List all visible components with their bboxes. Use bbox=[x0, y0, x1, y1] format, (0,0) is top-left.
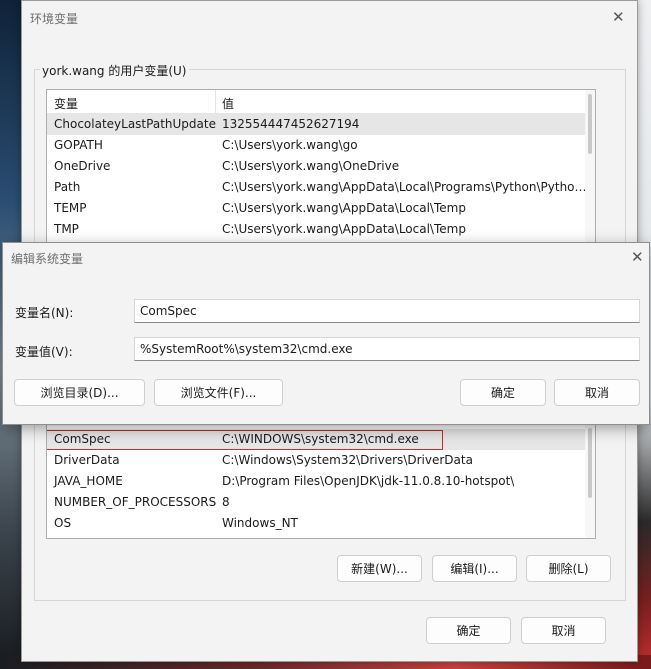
edit-button[interactable]: 编辑(I)... bbox=[432, 555, 517, 582]
delete-button[interactable]: 删除(L) bbox=[526, 555, 611, 582]
scrollbar[interactable] bbox=[585, 90, 595, 244]
scrollbar-thumb[interactable] bbox=[588, 94, 592, 154]
column-header-variable[interactable]: 变量 bbox=[54, 95, 78, 112]
variable-name: OneDrive bbox=[54, 159, 111, 173]
user-variables-group-label: york.wang 的用户变量(U) bbox=[40, 62, 189, 79]
variable-value: C:\Users\york.wang\AppData\Local\Temp bbox=[222, 222, 466, 236]
column-header-value[interactable]: 值 bbox=[222, 95, 234, 112]
variable-value: C:\Windows\System32\Drivers\DriverData bbox=[222, 453, 473, 467]
variable-value-input[interactable] bbox=[134, 337, 640, 361]
variable-name-label: 变量名(N): bbox=[15, 306, 74, 320]
table-row[interactable]: OneDrive C:\Users\york.wang\OneDrive bbox=[47, 156, 595, 177]
scrollbar-thumb[interactable] bbox=[588, 428, 592, 498]
close-icon[interactable]: ✕ bbox=[612, 9, 625, 25]
variable-name: GOPATH bbox=[54, 138, 103, 152]
table-row[interactable]: TMP C:\Users\york.wang\AppData\Local\Tem… bbox=[47, 219, 595, 240]
browse-directory-button[interactable]: 浏览目录(D)... bbox=[14, 379, 145, 406]
ok-button[interactable]: 确定 bbox=[426, 617, 511, 644]
new-button[interactable]: 新建(W)... bbox=[337, 555, 422, 582]
table-row[interactable]: JAVA_HOME D:\Program Files\OpenJDK\jdk-1… bbox=[47, 471, 595, 492]
variable-value: Windows_NT bbox=[222, 516, 298, 530]
cancel-button[interactable]: 取消 bbox=[521, 617, 606, 644]
variable-value: 8 bbox=[222, 495, 230, 509]
variable-value-label: 变量值(V): bbox=[15, 345, 73, 359]
dialog-title: 环境变量 bbox=[30, 12, 79, 26]
table-row[interactable]: TEMP C:\Users\york.wang\AppData\Local\Te… bbox=[47, 198, 595, 219]
variable-value: 132554447452627194 bbox=[222, 117, 360, 131]
list-header: 变量 值 bbox=[47, 90, 595, 114]
table-row[interactable]: Path C:\Users\york.wang\AppData\Local\Pr… bbox=[47, 177, 595, 198]
variable-value: D:\Program Files\OpenJDK\jdk-11.0.8.10-h… bbox=[222, 474, 515, 488]
variable-value: C:\Users\york.wang\OneDrive bbox=[222, 159, 400, 173]
ok-button[interactable]: 确定 bbox=[460, 379, 546, 406]
dialog-title: 编辑系统变量 bbox=[11, 252, 84, 266]
cancel-button[interactable]: 取消 bbox=[554, 379, 640, 406]
table-row[interactable]: ChocolateyLastPathUpdate 132554447452627… bbox=[47, 114, 595, 135]
table-row[interactable]: GOPATH C:\Users\york.wang\go bbox=[47, 135, 595, 156]
variable-value: C:\Users\york.wang\AppData\Local\Temp bbox=[222, 201, 466, 215]
variable-name: Path bbox=[54, 180, 81, 194]
close-icon[interactable]: ✕ bbox=[631, 248, 644, 266]
edit-system-variable-dialog: 编辑系统变量 ✕ 变量名(N): 变量值(V): 浏览目录(D)... 浏览文件… bbox=[2, 242, 650, 425]
variable-name: JAVA_HOME bbox=[54, 474, 123, 488]
table-row[interactable]: ComSpec C:\WINDOWS\system32\cmd.exe bbox=[47, 429, 595, 450]
column-separator[interactable] bbox=[215, 90, 216, 113]
variable-name: ComSpec bbox=[54, 432, 111, 446]
table-row[interactable]: OS Windows_NT bbox=[47, 513, 595, 534]
table-row[interactable]: NUMBER_OF_PROCESSORS 8 bbox=[47, 492, 595, 513]
variable-name-input[interactable] bbox=[134, 299, 640, 323]
variable-value: C:\Users\york.wang\go bbox=[222, 138, 358, 152]
variable-name: TMP bbox=[54, 222, 79, 236]
variable-name: NUMBER_OF_PROCESSORS bbox=[54, 495, 217, 509]
variable-name: OS bbox=[54, 516, 72, 530]
browse-file-button[interactable]: 浏览文件(F)... bbox=[154, 379, 283, 406]
variable-name: ChocolateyLastPathUpdate bbox=[54, 117, 216, 131]
variable-value: C:\WINDOWS\system32\cmd.exe bbox=[222, 432, 419, 446]
variable-name: DriverData bbox=[54, 453, 120, 467]
user-variables-list[interactable]: 变量 值 ChocolateyLastPathUpdate 1325544474… bbox=[46, 89, 596, 245]
system-variables-list[interactable]: ComSpec C:\WINDOWS\system32\cmd.exe Driv… bbox=[46, 419, 596, 539]
variable-name: TEMP bbox=[54, 201, 87, 215]
table-row[interactable]: DriverData C:\Windows\System32\Drivers\D… bbox=[47, 450, 595, 471]
variable-value: C:\Users\york.wang\AppData\Local\Program… bbox=[222, 180, 592, 194]
scrollbar[interactable] bbox=[585, 420, 595, 538]
